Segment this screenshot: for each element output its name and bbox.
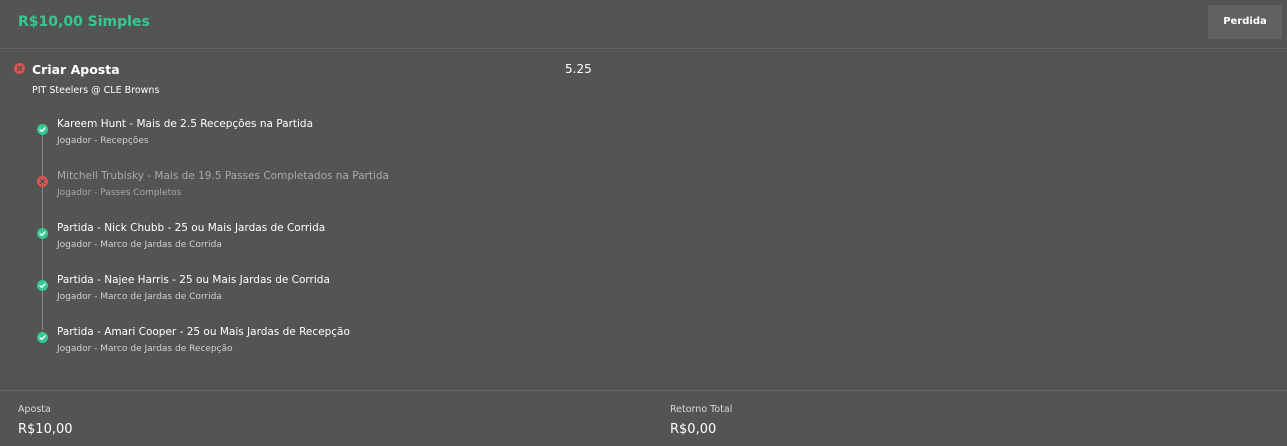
- selection-item: Partida - Najee Harris - 25 ou Mais Jard…: [0, 274, 700, 314]
- selection-item: Partida - Nick Chubb - 25 ou Mais Jardas…: [0, 222, 700, 262]
- selection-item: Mitchell Trubisky - Mais de 19.5 Passes …: [0, 170, 700, 210]
- bet-slip-card: R$10,00 Simples Perdida Criar Aposta 5.2…: [0, 0, 1287, 446]
- check-circle-icon: [37, 228, 48, 239]
- selection-title: Kareem Hunt - Mais de 2.5 Recepções na P…: [57, 118, 314, 130]
- stake-label: Aposta: [18, 404, 51, 415]
- selection-item: Partida - Amari Cooper - 25 ou Mais Jard…: [0, 326, 700, 366]
- x-circle-icon: [37, 176, 48, 187]
- check-circle-icon: [37, 332, 48, 343]
- event-matchup: PIT Steelers @ CLE Browns: [32, 85, 160, 96]
- selection-market: Jogador - Marco de Jardas de Corrida: [57, 292, 222, 302]
- bet-status-button[interactable]: Perdida: [1208, 5, 1282, 39]
- stake-value: R$10,00: [18, 422, 73, 437]
- bet-header: R$10,00 Simples Perdida: [0, 0, 1287, 49]
- selection-market: Jogador - Recepções: [57, 136, 149, 146]
- bet-summary-title: R$10,00 Simples: [18, 14, 150, 30]
- bet-title: Criar Aposta: [32, 62, 120, 77]
- total-return-value: R$0,00: [670, 422, 717, 437]
- selection-title: Partida - Nick Chubb - 25 ou Mais Jardas…: [57, 222, 326, 234]
- check-circle-icon: [37, 124, 48, 135]
- bet-footer: Aposta R$10,00 Retorno Total R$0,00: [0, 390, 1287, 446]
- selection-market: Jogador - Marco de Jardas de Corrida: [57, 240, 222, 250]
- x-circle-icon: [14, 63, 25, 74]
- selection-market: Jogador - Marco de Jardas de Recepção: [57, 344, 233, 354]
- bet-odds: 5.25: [565, 62, 592, 76]
- check-circle-icon: [37, 280, 48, 291]
- selection-title: Partida - Najee Harris - 25 ou Mais Jard…: [57, 274, 330, 286]
- total-return-label: Retorno Total: [670, 404, 733, 415]
- selection-market: Jogador - Passes Completos: [57, 188, 182, 198]
- selection-item: Kareem Hunt - Mais de 2.5 Recepções na P…: [0, 118, 700, 158]
- selection-title: Partida - Amari Cooper - 25 ou Mais Jard…: [57, 326, 350, 338]
- selection-title: Mitchell Trubisky - Mais de 19.5 Passes …: [57, 170, 389, 182]
